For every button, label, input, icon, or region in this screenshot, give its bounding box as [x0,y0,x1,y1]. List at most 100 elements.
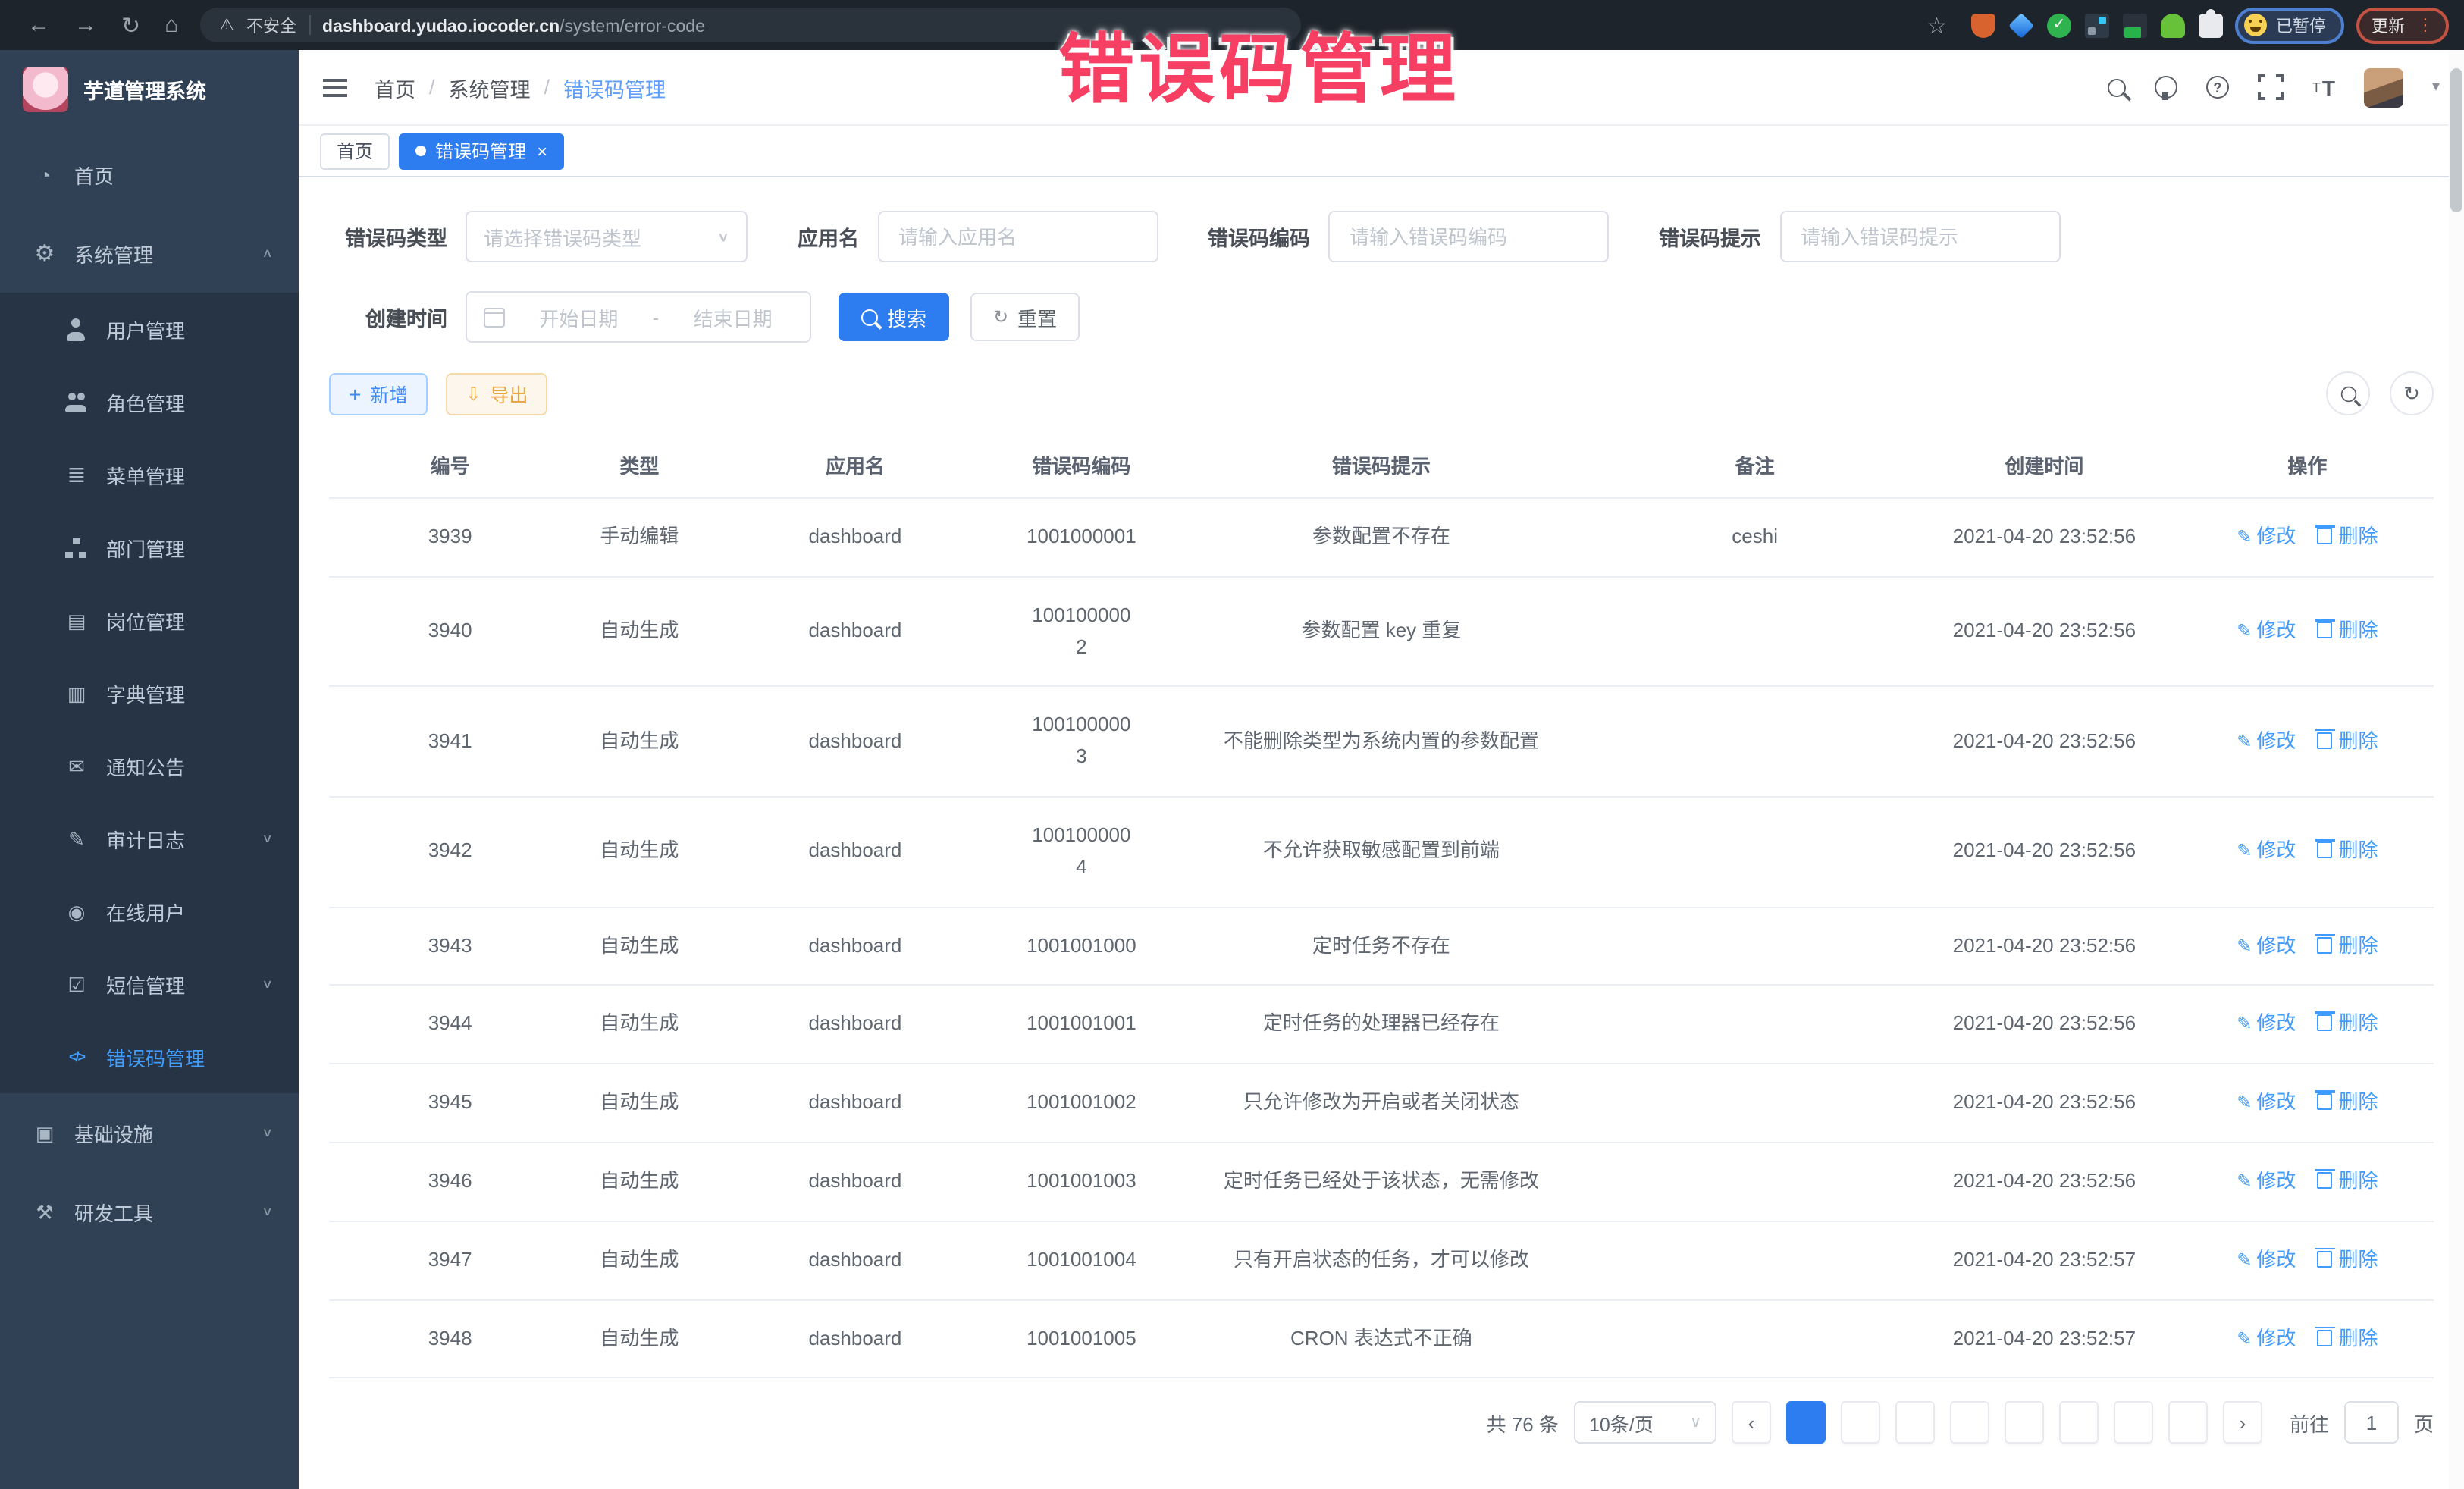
breadcrumb-system[interactable]: 系统管理 [449,72,531,102]
edit-link[interactable]: 修改 [2237,839,2296,862]
edit-link[interactable]: 修改 [2237,933,2296,956]
delete-link[interactable]: 删除 [2317,525,2378,547]
sidebar-item[interactable]: 岗位管理 [0,584,299,657]
help-icon[interactable] [2206,76,2229,99]
sidebar-item[interactable]: 错误码管理 [0,1020,299,1093]
page-button[interactable] [1786,1402,1826,1444]
edit-link[interactable]: 修改 [2237,1090,2296,1113]
date-range-picker[interactable]: 开始日期 - 结束日期 [466,291,811,343]
page-button[interactable] [2005,1402,2044,1444]
browser-profile-chip[interactable]: 已暂停 [2235,7,2344,43]
tag-tab[interactable]: 错误码管理 × [399,133,564,169]
delete-link[interactable]: 删除 [2317,839,2378,862]
error-code-input[interactable] [1346,224,1591,249]
browser-update-button[interactable]: 更新 ⋮ [2356,7,2449,43]
back-icon[interactable]: ← [27,12,50,38]
sidebar-menu: 首页 系统管理 ∧ 用户管理 角色管理 菜单管理 部门管理 岗位管理 字典管理 … [0,135,299,1251]
export-button[interactable]: 导出 [446,372,547,415]
sidebar-item[interactable]: 字典管理 [0,657,299,729]
col-header-message: 错误码提示 [1160,435,1602,498]
extension-gem-icon[interactable] [2008,12,2034,38]
reset-button[interactable]: 重置 [970,293,1080,341]
page-button[interactable] [2059,1402,2099,1444]
end-date-placeholder: 结束日期 [672,303,793,331]
search-button[interactable]: 搜索 [839,293,949,341]
sidebar-item[interactable]: 通知公告 [0,729,299,802]
edit-link[interactable]: 修改 [2237,729,2296,752]
sidebar-item[interactable]: 系统管理 ∧ [0,214,299,293]
edit-link[interactable]: 修改 [2237,1012,2296,1035]
edit-link[interactable]: 修改 [2237,1169,2296,1192]
page-button[interactable] [1841,1402,1880,1444]
sidebar-item[interactable]: 短信管理 ∨ [0,948,299,1020]
prev-page-button[interactable]: ‹ [1732,1402,1771,1444]
tag-tab[interactable]: 首页 × [320,133,390,169]
delete-link[interactable]: 删除 [2317,729,2378,752]
toggle-search-icon[interactable] [2326,371,2370,415]
chevron-down-icon[interactable]: ▾ [2432,79,2440,96]
browser-menu-icon[interactable]: ⋮ [2417,15,2434,35]
page-button[interactable] [1895,1402,1935,1444]
goto-page-input[interactable] [2344,1402,2399,1444]
delete-link[interactable]: 删除 [2317,619,2378,641]
scrollbar-thumb[interactable] [2450,68,2462,212]
search-icon[interactable] [2108,78,2126,96]
sidebar-item[interactable]: 部门管理 [0,511,299,584]
sidebar-logo[interactable]: 芋道管理系统 [0,50,299,129]
error-hint-input-wrap [1779,211,2060,262]
page-button[interactable] [2114,1402,2153,1444]
extension-on-badge-icon[interactable] [2123,13,2147,37]
extension-ublock-icon[interactable] [1971,13,1995,37]
cell-created: 2021-04-20 23:52:56 [1908,1064,2181,1143]
sidebar-item[interactable]: 首页 [0,135,299,214]
edit-link[interactable]: 修改 [2237,525,2296,547]
fullscreen-icon[interactable] [2258,74,2284,100]
sidebar-item[interactable]: 研发工具 ∨ [0,1172,299,1251]
home-icon[interactable]: ⌂ [165,12,178,38]
app-name-input[interactable] [895,224,1140,249]
page-button[interactable] [2168,1402,2208,1444]
sidebar-item[interactable]: 审计日志 ∨ [0,802,299,875]
delete-link[interactable]: 删除 [2317,933,2378,956]
extensions-puzzle-icon[interactable] [2199,13,2223,37]
forward-icon[interactable]: → [74,12,97,38]
next-page-button[interactable]: › [2223,1402,2262,1444]
edit-link[interactable]: 修改 [2237,619,2296,641]
delete-link[interactable]: 删除 [2317,1169,2378,1192]
hamburger-icon[interactable] [323,78,347,96]
delete-link[interactable]: 删除 [2317,1090,2378,1113]
extension-squares-icon[interactable] [2085,13,2109,37]
badge-icon [64,609,89,632]
user-avatar[interactable] [2364,67,2403,107]
sidebar-item[interactable]: 菜单管理 [0,438,299,511]
trash-icon [2317,842,2332,859]
sidebar-item[interactable]: 角色管理 [0,365,299,438]
cell-app: dashboard [708,1299,1003,1378]
url-path: /system/error-code [560,17,705,36]
reload-icon[interactable]: ↻ [121,11,140,39]
sidebar-item[interactable]: 在线用户 [0,875,299,948]
error-type-select[interactable]: 请选择错误码类型 ∨ [466,211,748,262]
github-icon[interactable] [2155,76,2177,99]
sidebar-item[interactable]: 用户管理 [0,293,299,365]
delete-link[interactable]: 删除 [2317,1012,2378,1035]
edit-link[interactable]: 修改 [2237,1248,2296,1271]
edit-link[interactable]: 修改 [2237,1326,2296,1349]
refresh-icon[interactable]: ↻ [2390,371,2434,415]
font-size-icon[interactable] [2312,75,2335,99]
total-count: 共 76 条 [1487,1409,1559,1437]
extension-check-icon[interactable]: ✓ [2047,13,2071,37]
breadcrumb-home[interactable]: 首页 [375,72,415,102]
error-hint-input[interactable] [1798,224,2042,249]
extension-android-icon[interactable] [2161,13,2185,37]
page-size-select[interactable]: 10条/页 ∨ [1574,1402,1716,1444]
bookmark-star-icon[interactable]: ☆ [1926,11,1947,39]
sms-icon [64,973,89,995]
select-placeholder: 请选择错误码类型 [484,222,641,251]
sidebar-item[interactable]: 基础设施 ∨ [0,1093,299,1172]
close-icon[interactable]: × [537,134,547,168]
delete-link[interactable]: 删除 [2317,1248,2378,1271]
delete-link[interactable]: 删除 [2317,1326,2378,1349]
page-button[interactable] [1950,1402,1989,1444]
add-button[interactable]: 新增 [329,372,428,415]
